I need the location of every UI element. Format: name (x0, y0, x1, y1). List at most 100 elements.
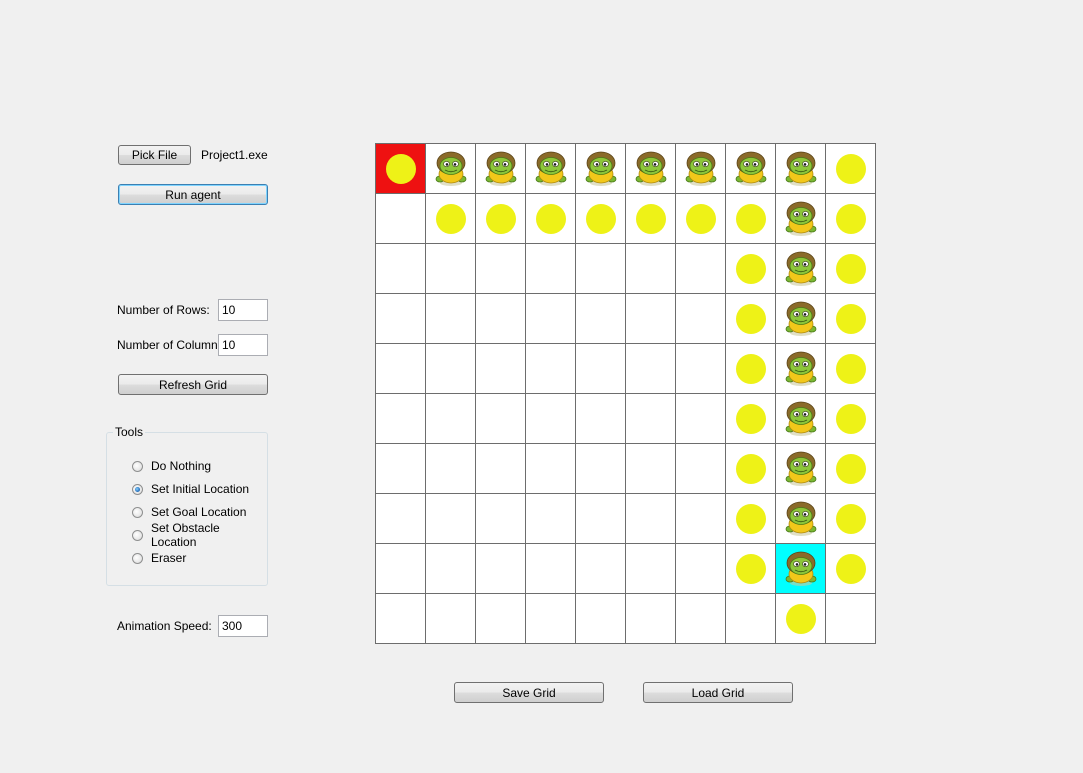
grid-cell[interactable] (575, 493, 626, 544)
grid-cell[interactable] (575, 193, 626, 244)
grid-cell[interactable] (525, 193, 576, 244)
grid-cell[interactable] (775, 243, 826, 294)
grid-cell[interactable] (675, 493, 726, 544)
grid-cell[interactable] (825, 493, 876, 544)
grid-cell[interactable] (625, 343, 676, 394)
grid-cell[interactable] (475, 443, 526, 494)
grid-cell[interactable] (725, 543, 776, 594)
grid-cell[interactable] (775, 193, 826, 244)
grid-cell[interactable] (625, 543, 676, 594)
grid-cell[interactable] (775, 293, 826, 344)
run-agent-button[interactable]: Run agent (118, 184, 268, 205)
grid-cell[interactable] (375, 393, 426, 444)
grid-cell[interactable] (525, 393, 576, 444)
grid-cell[interactable] (825, 143, 876, 194)
grid-cell[interactable] (775, 493, 826, 544)
grid-cell[interactable] (725, 243, 776, 294)
grid-cell[interactable] (475, 193, 526, 244)
grid-cell[interactable] (825, 243, 876, 294)
grid-cell[interactable] (425, 243, 476, 294)
grid-cell[interactable] (775, 443, 826, 494)
grid-cell[interactable] (825, 543, 876, 594)
grid-cell[interactable] (375, 443, 426, 494)
grid-cell[interactable] (725, 193, 776, 244)
grid-cell[interactable] (425, 593, 476, 644)
grid-cell[interactable] (475, 293, 526, 344)
grid-cell[interactable] (675, 543, 726, 594)
grid-cell[interactable] (775, 593, 826, 644)
radio-button[interactable] (132, 552, 143, 564)
grid-cell[interactable] (625, 143, 676, 194)
grid-cell[interactable] (675, 293, 726, 344)
tool-option-set-goal-location[interactable]: Set Goal Location (132, 503, 246, 521)
grid-cell[interactable] (825, 593, 876, 644)
grid-cell[interactable] (825, 193, 876, 244)
refresh-grid-button[interactable]: Refresh Grid (118, 374, 268, 395)
radio-button[interactable] (132, 529, 143, 541)
grid-cell[interactable] (825, 393, 876, 444)
grid-cell[interactable] (625, 593, 676, 644)
grid-cell[interactable] (625, 293, 676, 344)
grid-cell[interactable] (825, 293, 876, 344)
grid-cell[interactable] (425, 343, 476, 394)
grid-cell[interactable] (675, 243, 726, 294)
grid-cell[interactable] (475, 143, 526, 194)
grid-cell[interactable] (775, 343, 826, 394)
columns-input[interactable] (218, 334, 268, 356)
grid-cell[interactable] (825, 443, 876, 494)
animation-speed-input[interactable] (218, 615, 268, 637)
grid-cell[interactable] (825, 343, 876, 394)
grid-cell[interactable] (425, 543, 476, 594)
grid-cell[interactable] (675, 143, 726, 194)
grid-cell[interactable] (475, 243, 526, 294)
grid-cell[interactable] (725, 593, 776, 644)
radio-button[interactable] (132, 506, 143, 518)
grid-cell[interactable] (625, 443, 676, 494)
grid-cell[interactable] (475, 493, 526, 544)
grid-cell[interactable] (525, 293, 576, 344)
grid-cell[interactable] (575, 293, 626, 344)
grid-cell[interactable] (375, 543, 426, 594)
grid-cell[interactable] (575, 143, 626, 194)
grid-cell[interactable] (675, 443, 726, 494)
grid-cell[interactable] (575, 393, 626, 444)
grid-cell[interactable] (775, 143, 826, 194)
grid-cell[interactable] (675, 193, 726, 244)
grid-cell[interactable] (575, 343, 626, 394)
grid-cell[interactable] (625, 193, 676, 244)
grid-cell[interactable] (575, 593, 626, 644)
grid-cell[interactable] (525, 143, 576, 194)
rows-input[interactable] (218, 299, 268, 321)
grid-cell[interactable] (375, 193, 426, 244)
save-grid-button[interactable]: Save Grid (454, 682, 604, 703)
grid-cell[interactable] (425, 193, 476, 244)
grid-cell[interactable] (725, 393, 776, 444)
grid-cell[interactable] (525, 243, 576, 294)
grid-cell[interactable] (725, 143, 776, 194)
grid-cell[interactable] (575, 543, 626, 594)
grid-cell[interactable] (575, 243, 626, 294)
grid-cell[interactable] (425, 493, 476, 544)
grid-cell[interactable] (525, 343, 576, 394)
grid-cell[interactable] (525, 493, 576, 544)
grid-cell[interactable] (625, 493, 676, 544)
load-grid-button[interactable]: Load Grid (643, 682, 793, 703)
grid-cell[interactable] (525, 593, 576, 644)
grid-cell[interactable] (425, 443, 476, 494)
tool-option-do-nothing[interactable]: Do Nothing (132, 457, 211, 475)
grid-cell[interactable] (425, 293, 476, 344)
grid-cell[interactable] (475, 343, 526, 394)
grid-cell[interactable] (375, 243, 426, 294)
grid-cell[interactable] (475, 543, 526, 594)
grid-cell[interactable] (725, 493, 776, 544)
grid-cell-initial[interactable] (375, 143, 426, 194)
grid-cell[interactable] (375, 493, 426, 544)
grid-cell[interactable] (375, 343, 426, 394)
tool-option-eraser[interactable]: Eraser (132, 549, 186, 567)
grid-cell[interactable] (675, 393, 726, 444)
grid-cell[interactable] (375, 293, 426, 344)
grid-cell[interactable] (525, 443, 576, 494)
grid-cell[interactable] (575, 443, 626, 494)
grid-cell[interactable] (475, 393, 526, 444)
grid-cell[interactable] (375, 593, 426, 644)
